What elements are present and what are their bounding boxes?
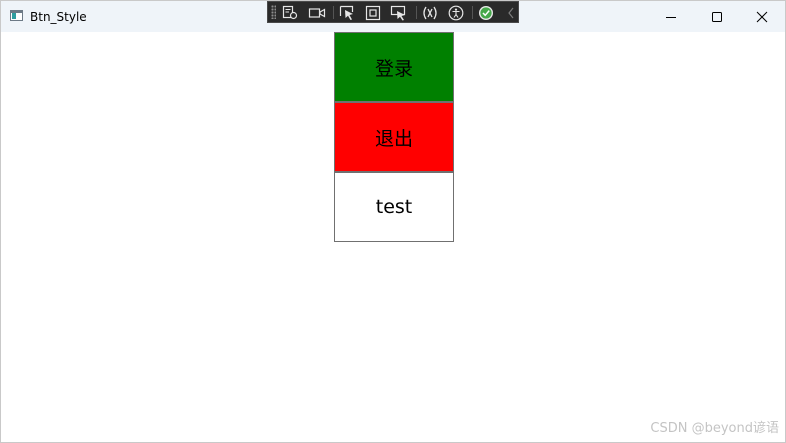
maximize-button[interactable] [694,1,740,32]
binding-failures-icon[interactable] [421,4,439,21]
app-window: Btn_Style 登录 退出 test CSDN @beyond谚语 [0,0,786,443]
display-layout-adorners-icon[interactable] [364,4,382,21]
record-icon[interactable] [308,4,326,21]
select-element-icon[interactable] [338,4,356,21]
close-button[interactable] [739,1,785,32]
collapse-icon[interactable] [502,4,520,21]
debug-toolbar [267,1,519,23]
maximize-icon [712,11,722,22]
window-title: Btn_Style [30,10,87,24]
minimize-icon [666,16,676,18]
watermark: CSDN @beyond谚语 [650,421,779,436]
login-button[interactable]: 登录 [334,32,454,102]
grip-icon[interactable] [271,5,276,19]
live-visual-tree-icon[interactable] [281,4,299,21]
close-icon [756,11,768,22]
app-window-icon [10,10,23,21]
test-button[interactable]: test [334,172,454,242]
exit-button[interactable]: 退出 [334,102,454,172]
check-icon[interactable] [477,4,495,21]
accessibility-icon[interactable] [447,4,465,21]
minimize-button[interactable] [648,1,694,32]
track-focused-element-icon[interactable] [390,4,408,21]
